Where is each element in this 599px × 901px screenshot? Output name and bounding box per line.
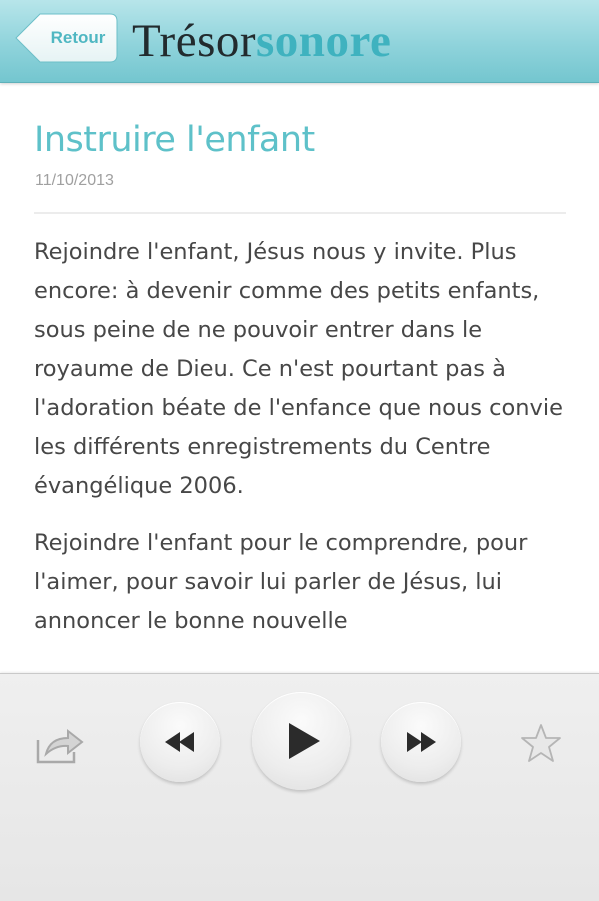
play-icon xyxy=(289,723,320,759)
share-button[interactable] xyxy=(34,724,86,766)
article-title: Instruire l'enfant xyxy=(34,120,315,160)
article-paragraph: Rejoindre l'enfant pour le comprendre, p… xyxy=(34,530,528,634)
article-date: 11/10/2013 xyxy=(35,172,114,189)
article-view[interactable]: Instruire l'enfant 11/10/2013 Rejoindre … xyxy=(0,83,599,673)
fast-forward-button[interactable] xyxy=(381,702,461,782)
logo-text-tresor: Trésor xyxy=(132,15,257,67)
rewind-icon xyxy=(165,732,194,752)
nav-bar: Retour Trésorsonore xyxy=(0,0,599,83)
divider xyxy=(34,212,566,214)
article-paragraph: Rejoindre l'enfant, Jésus nous y invite.… xyxy=(34,239,563,499)
star-icon xyxy=(521,724,561,762)
article-body: Rejoindre l'enfant, Jésus nous y invite.… xyxy=(34,233,569,659)
app-logo: Trésorsonore xyxy=(132,10,391,70)
play-button[interactable] xyxy=(252,692,350,790)
share-icon xyxy=(36,728,84,764)
back-button[interactable]: Retour xyxy=(14,13,118,63)
rewind-button[interactable] xyxy=(140,702,220,782)
back-button-label: Retour xyxy=(50,28,106,47)
audio-player-bar xyxy=(0,673,599,901)
fast-forward-icon xyxy=(407,732,436,752)
logo-text-sonore: sonore xyxy=(256,15,392,67)
favorite-button[interactable] xyxy=(520,722,562,764)
